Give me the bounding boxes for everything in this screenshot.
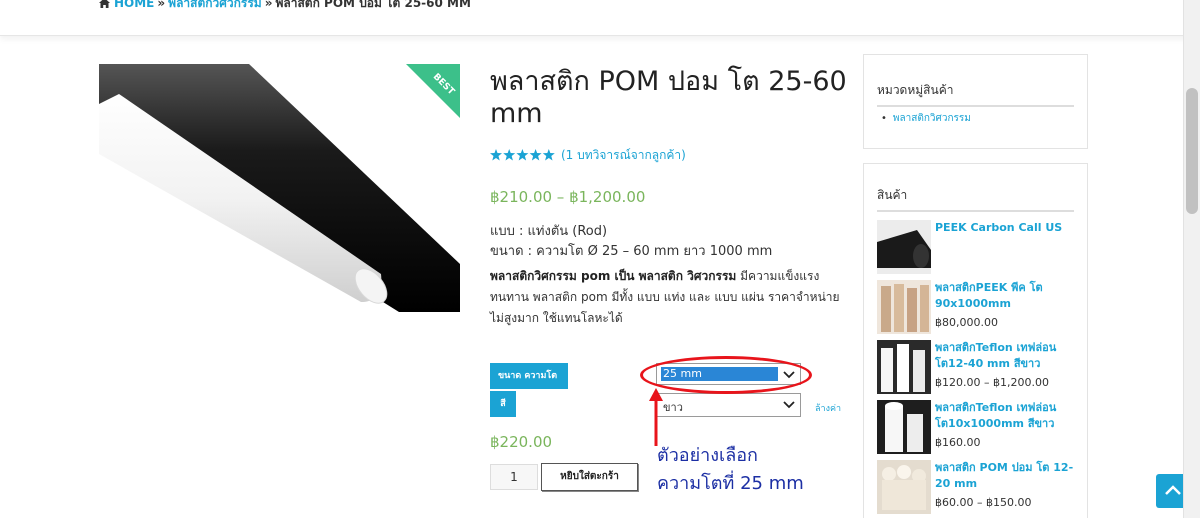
- spec-type: แบบ : แท่งตัน (Rod): [490, 224, 608, 239]
- sidebar-product-price: ฿60.00 – ฿150.00: [935, 496, 1032, 509]
- breadcrumb-separator: »: [157, 0, 166, 10]
- products-widget: สินค้า PEEK Carbon Call US พลาสติกPEEK พ…: [863, 163, 1088, 518]
- sidebar-product-item[interactable]: พลาสติก POM ปอม โต 12-20 mm ฿60.00 – ฿15…: [877, 460, 1082, 516]
- variant-price: ฿220.00: [490, 433, 553, 451]
- product-thumbnail[interactable]: [877, 400, 931, 454]
- category-item[interactable]: • พลาสติกวิศวกรรม: [881, 111, 971, 126]
- price-range: ฿210.00 – ฿1,200.00: [490, 188, 646, 206]
- variation-color-label: สี: [490, 391, 516, 417]
- sidebar-product-name[interactable]: พลาสติกPEEK พีค โต 90x1000mm: [935, 280, 1080, 312]
- categories-widget: หมวดหมู่สินค้า • พลาสติกวิศวกรรม: [863, 54, 1088, 149]
- product-thumbnail[interactable]: [877, 280, 931, 334]
- product-thumbnail[interactable]: [877, 460, 931, 514]
- page-scrollbar[interactable]: [1183, 0, 1200, 518]
- product-title: พลาสติก POM ปอม โต 25-60 mm: [490, 66, 847, 129]
- sidebar-product-item[interactable]: พลาสติกPEEK พีค โต 90x1000mm ฿80,000.00: [877, 280, 1082, 336]
- rating-row: (1 บทวิจารณ์จากลูกค้า): [490, 146, 686, 165]
- scrollbar-thumb[interactable]: [1186, 88, 1198, 214]
- product-thumbnail[interactable]: [877, 220, 931, 274]
- best-badge: BEST: [406, 64, 460, 118]
- breadcrumb-current: พลาสติก POM ปอม โต 25-60 MM: [275, 0, 471, 10]
- home-icon: [99, 0, 110, 8]
- clear-variations-link[interactable]: ล้างค่า: [815, 401, 841, 415]
- color-select[interactable]: ขาว: [656, 393, 801, 417]
- annotation-line-2: ความโตที่ 25 mm: [657, 473, 804, 494]
- breadcrumb-bar: HOME» พลาสติกวิศวกรรม» พลาสติก POM ปอม โต …: [0, 0, 1200, 36]
- categories-widget-title: หมวดหมู่สินค้า: [877, 81, 1074, 107]
- product-thumbnail[interactable]: [877, 340, 931, 394]
- annotation-arrow: [649, 388, 663, 446]
- sidebar-product-price: ฿80,000.00: [935, 316, 998, 329]
- product-description: พลาสติกวิศกรรม pom เป็น พลาสติก วิศวกรรม…: [490, 266, 850, 329]
- chevron-down-icon: [783, 401, 795, 409]
- products-widget-title: สินค้า: [877, 186, 1074, 212]
- reviews-link[interactable]: (1 บทวิจารณ์จากลูกค้า): [561, 148, 686, 162]
- annotation-text: ตัวอย่างเลือก ความโตที่ 25 mm: [657, 442, 804, 498]
- breadcrumb-category-link[interactable]: พลาสติกวิศวกรรม: [168, 0, 262, 10]
- sidebar-product-item[interactable]: พลาสติกTeflon เทฟล่อน โต12-40 mm สีขาว ฿…: [877, 340, 1082, 396]
- variation-size-label: ขนาด ความโต: [490, 363, 568, 389]
- breadcrumb-home-link[interactable]: HOME: [114, 0, 154, 10]
- breadcrumb-separator: »: [264, 0, 273, 10]
- spec-size: ขนาด : ความโต Ø 25 – 60 mm ยาว 1000 mm: [490, 244, 773, 259]
- sidebar-product-name[interactable]: PEEK Carbon Call US: [935, 220, 1080, 236]
- five-star-rating-icon: [490, 149, 555, 161]
- product-image[interactable]: BEST: [99, 64, 460, 312]
- sidebar-product-item[interactable]: พลาสติกTeflon เทฟล่อน โต10x1000mm สีขาว …: [877, 400, 1082, 456]
- description-bold: พลาสติกวิศกรรม pom เป็น พลาสติก วิศวกรรม: [490, 269, 737, 283]
- sidebar-product-price: ฿120.00 – ฿1,200.00: [935, 376, 1049, 389]
- add-to-cart-button[interactable]: หยิบใส่ตะกร้า: [541, 463, 638, 491]
- annotation-line-1: ตัวอย่างเลือก: [657, 445, 758, 466]
- sidebar-product-price: ฿160.00: [935, 436, 981, 449]
- sidebar-product-name[interactable]: พลาสติกTeflon เทฟล่อน โต10x1000mm สีขาว: [935, 400, 1080, 432]
- category-item-label: พลาสติกวิศวกรรม: [892, 113, 971, 124]
- sidebar-product-item[interactable]: PEEK Carbon Call US: [877, 220, 1082, 276]
- sidebar-product-name[interactable]: พลาสติก POM ปอม โต 12-20 mm: [935, 460, 1080, 492]
- breadcrumb: HOME» พลาสติกวิศวกรรม» พลาสติก POM ปอม โต …: [99, 0, 471, 13]
- sidebar-product-name[interactable]: พลาสติกTeflon เทฟล่อน โต12-40 mm สีขาว: [935, 340, 1080, 372]
- quantity-input[interactable]: 1: [490, 464, 538, 490]
